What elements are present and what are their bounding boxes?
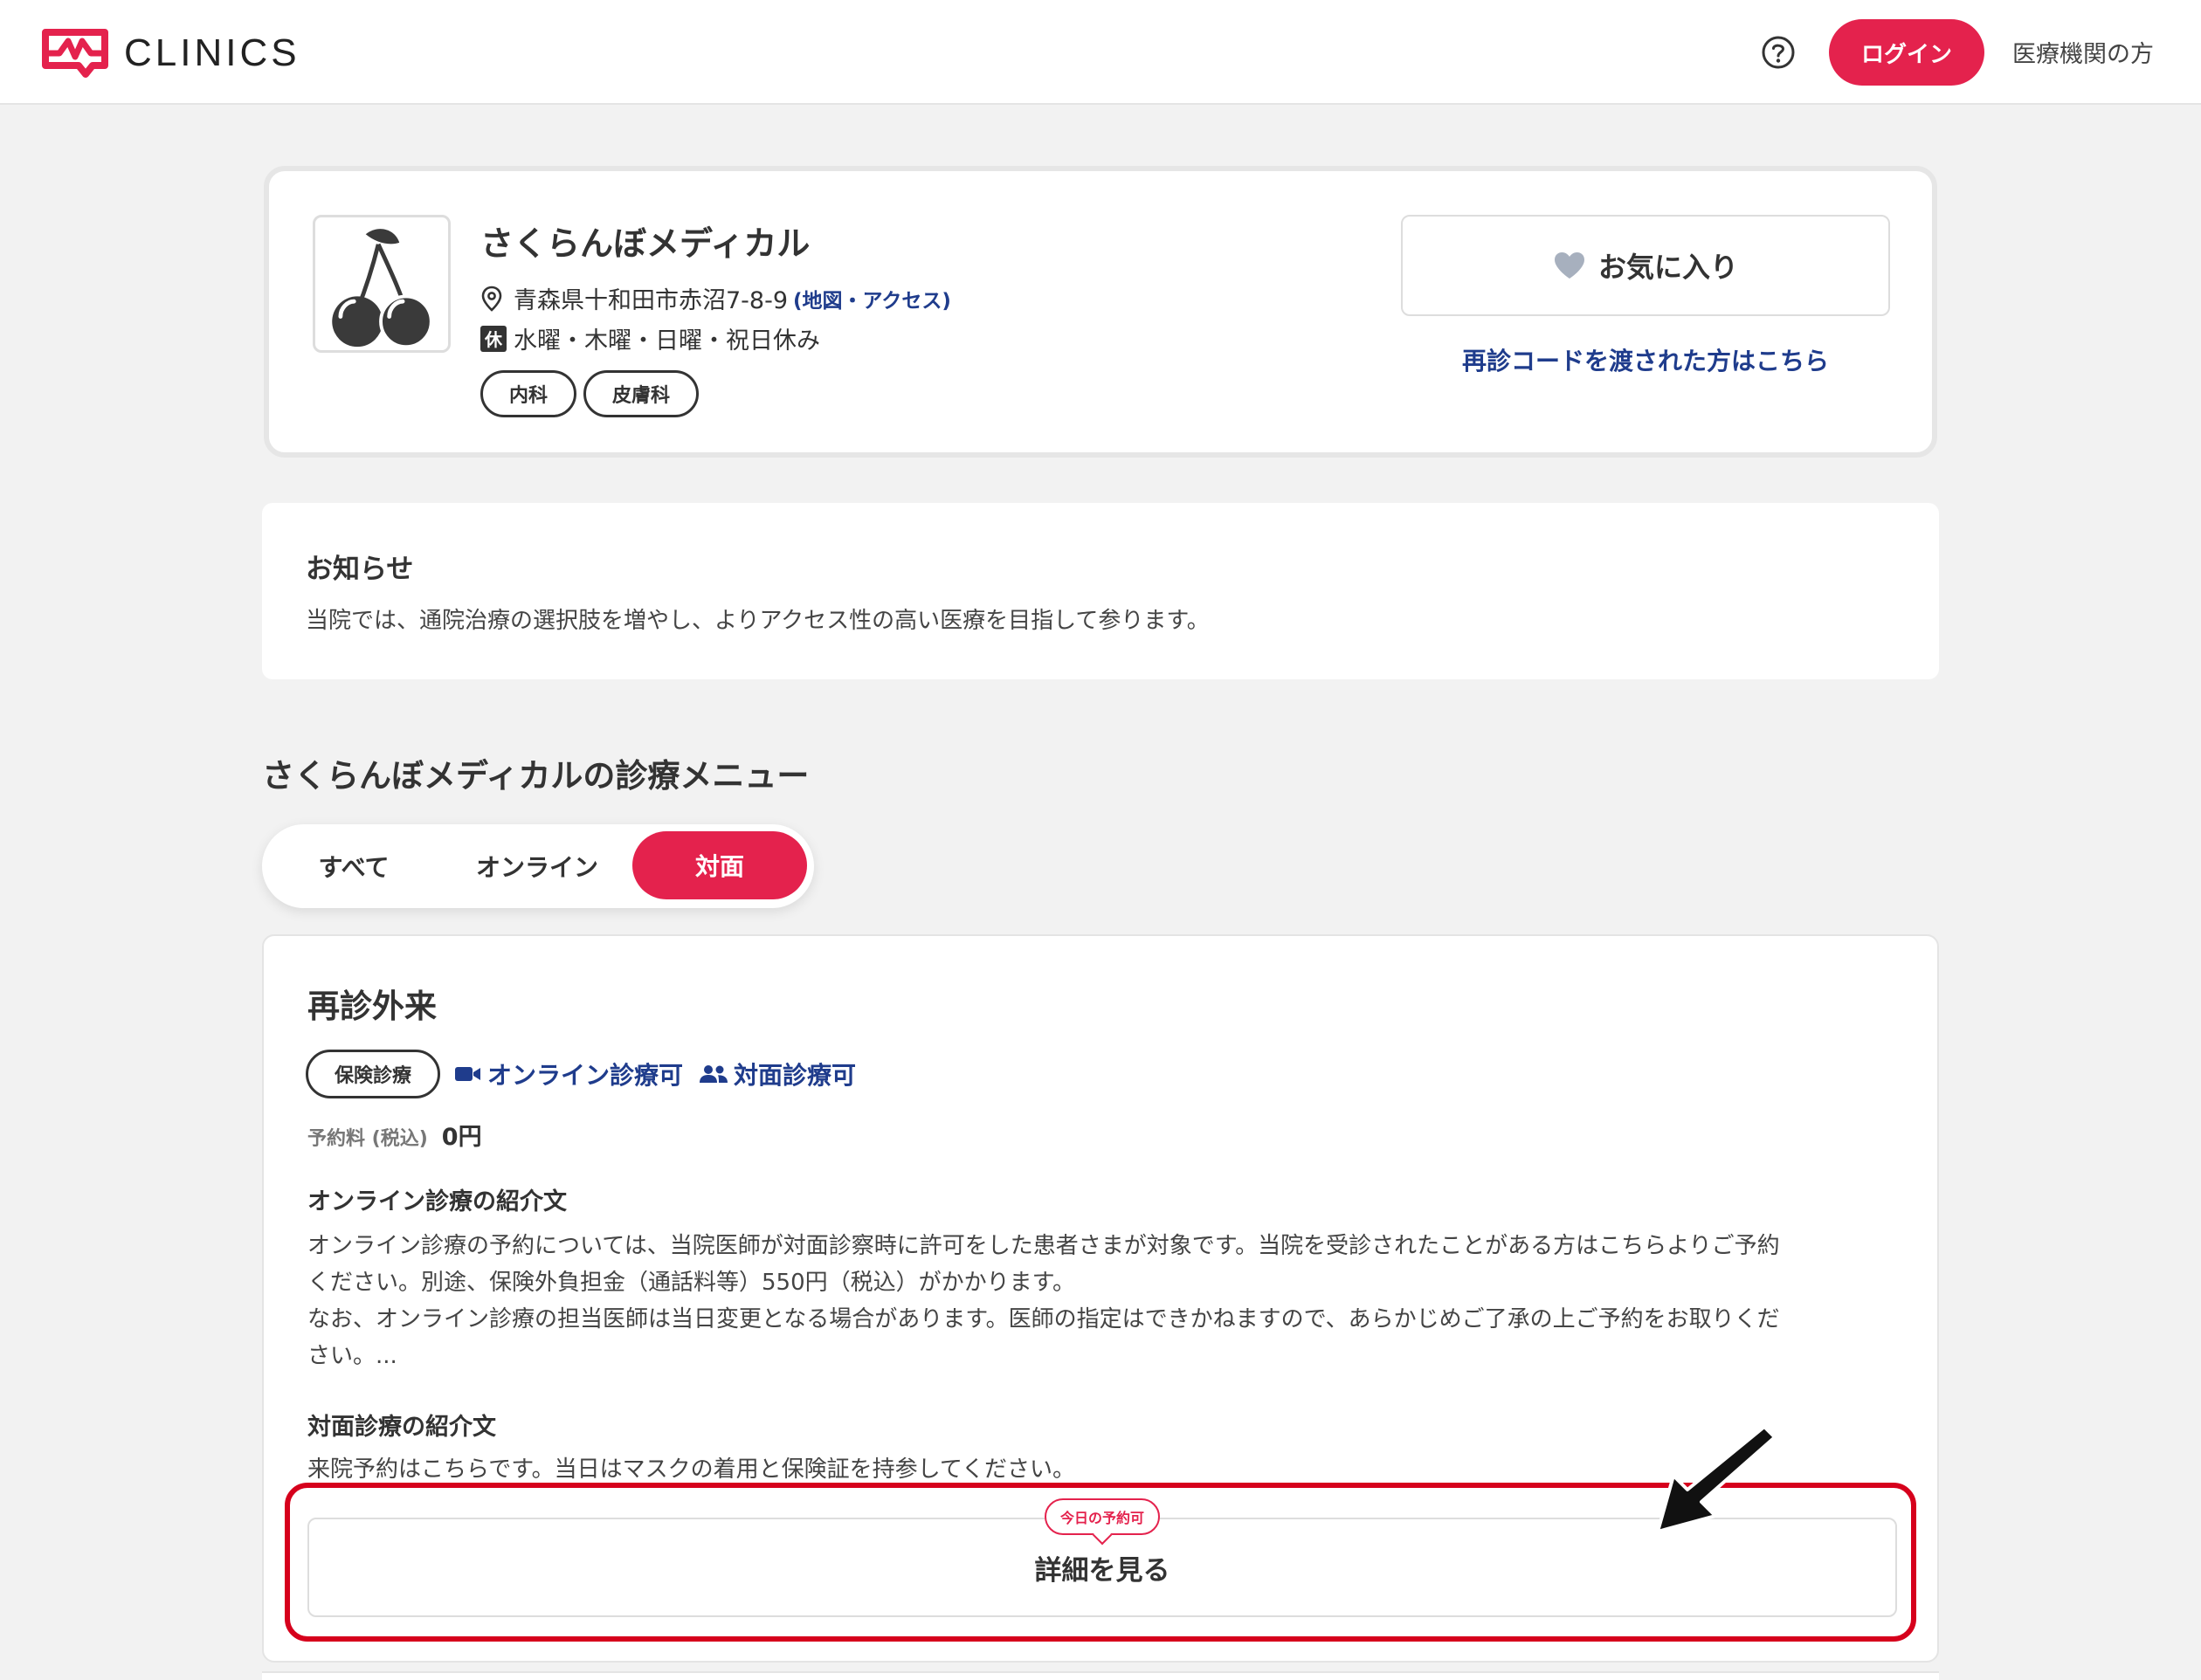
notice-title: お知らせ — [306, 554, 414, 585]
department-tags: 内科 皮膚科 — [480, 370, 700, 417]
clinic-name: さくらんぼメディカル — [480, 224, 811, 263]
holiday-badge: 休 — [480, 325, 507, 352]
department-tag: 内科 — [480, 370, 577, 417]
clinic-logo — [313, 215, 451, 353]
insurance-badge: 保険診療 — [306, 1050, 441, 1098]
help-icon[interactable] — [1761, 35, 1796, 70]
online-intro-title: オンライン診療の紹介文 — [307, 1188, 567, 1215]
heart-icon — [1554, 252, 1584, 279]
favorite-button[interactable]: お気に入り — [1401, 215, 1890, 316]
logo-text: CLINICS — [124, 31, 300, 74]
clinics-logo-icon — [42, 29, 108, 78]
tab-in-person[interactable]: 対面 — [632, 831, 807, 899]
map-access-link[interactable]: (地図・アクセス) — [793, 284, 951, 313]
face-intro-title: 対面診療の紹介文 — [307, 1414, 496, 1441]
online-intro-line: オンライン診療の予約については、当院医師が対面診察時に許可をした患者さまが対象で… — [307, 1233, 1780, 1259]
menu-heading: さくらんぼメディカルの診療メニュー — [262, 757, 810, 795]
people-icon — [700, 1065, 728, 1083]
login-button[interactable]: ログイン — [1829, 19, 1984, 86]
online-intro-line: ください。別途、保険外負担金（通話料等）550円（税込）がかかります。 — [307, 1270, 1076, 1296]
online-intro-line: さい。... — [307, 1343, 397, 1369]
fee-value: 0円 — [441, 1124, 482, 1151]
department-tag: 皮膚科 — [583, 370, 700, 417]
online-intro-text: オンライン診療の予約については、当院医師が対面診察時に許可をした患者さまが対象で… — [307, 1228, 1897, 1374]
in-person-feature: 対面診療可 — [699, 1057, 856, 1091]
next-card-edge — [262, 1671, 1939, 1680]
clinic-holidays: 水曜・木曜・日曜・祝日休み — [514, 327, 820, 355]
notice-card: お知らせ 当院では、通院治療の選択肢を増やし、よりアクセス性の高い医療を目指して… — [262, 503, 1939, 679]
pointer-arrow-icon — [1656, 1425, 1777, 1533]
clinic-holiday-row: 休 水曜・木曜・日曜・祝日休み — [480, 321, 820, 355]
favorite-label: お気に入り — [1597, 251, 1738, 284]
in-person-feature-label: 対面診療可 — [734, 1061, 857, 1090]
video-camera-icon — [455, 1067, 481, 1081]
menu-item-title: 再診外来 — [307, 988, 437, 1025]
menu-item-card: 再診外来 保険診療 オンライン診療可 対面診療可 予約料 (税込) 0円 オンラ… — [262, 934, 1939, 1663]
online-feature: オンライン診療可 — [454, 1057, 683, 1091]
online-feature-label: オンライン診療可 — [487, 1061, 684, 1090]
tab-online[interactable]: オンライン — [463, 824, 611, 908]
menu-filter-tabs: すべて オンライン 対面 — [262, 824, 814, 908]
clinic-info-card: さくらんぼメディカル 青森県十和田市赤沼7-8-9 (地図・アクセス) 休 水曜… — [264, 166, 1937, 458]
cherry-icon — [332, 229, 433, 349]
fee-label: 予約料 (税込) — [307, 1128, 428, 1150]
clinics-logo[interactable]: CLINICS — [42, 26, 300, 80]
today-available-badge: 今日の予約可 — [1045, 1498, 1161, 1535]
top-header: CLINICS ログイン 医療機関の方 — [0, 0, 2201, 105]
reservation-fee: 予約料 (税込) 0円 — [307, 1118, 482, 1152]
medical-institution-link[interactable]: 医療機関の方 — [2012, 35, 2154, 69]
clinic-address: 青森県十和田市赤沼7-8-9 — [514, 287, 789, 314]
clinic-address-row: 青森県十和田市赤沼7-8-9 (地図・アクセス) — [480, 281, 951, 315]
tab-all[interactable]: すべて — [297, 824, 411, 908]
online-intro-line: なお、オンライン診療の担当医師は当日変更となる場合があります。医師の指定はできか… — [307, 1306, 1780, 1332]
location-pin-icon — [481, 286, 502, 312]
notice-text: 当院では、通院治療の選択肢を増やし、よりアクセス性の高い医療を目指して参ります。 — [306, 608, 1210, 634]
menu-item-badges: 保険診療 オンライン診療可 対面診療可 — [306, 1050, 856, 1098]
revisit-code-link[interactable]: 再診コードを渡された方はこちら — [1401, 342, 1890, 377]
